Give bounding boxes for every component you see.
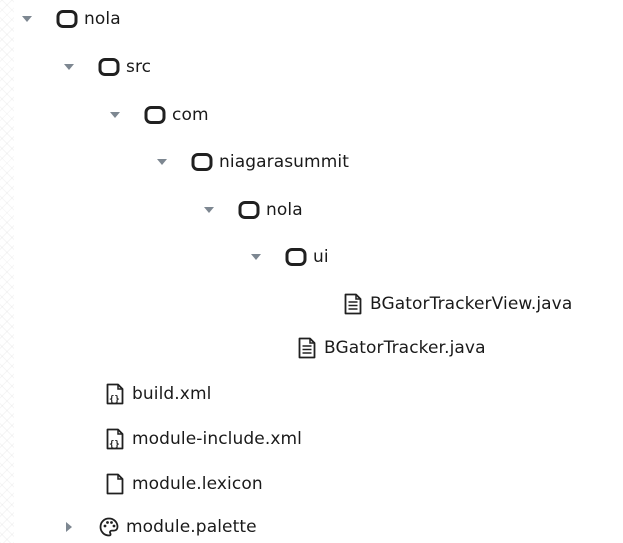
- collapsed-arrow-icon[interactable]: [62, 520, 76, 534]
- tree-node-label: src: [126, 57, 152, 77]
- folder-icon: [191, 151, 213, 173]
- folder-icon: [285, 246, 307, 268]
- tree-node-label: niagarasummit: [219, 152, 349, 172]
- expanded-arrow-icon[interactable]: [249, 250, 263, 264]
- tree-node-label: BGatorTracker.java: [324, 338, 486, 358]
- xml-file-icon: {}: [104, 383, 126, 405]
- tree-node-label: nola: [84, 9, 121, 29]
- tree-node-com[interactable]: com: [108, 100, 209, 130]
- expanded-arrow-icon[interactable]: [202, 203, 216, 217]
- tree-node-module-lexicon[interactable]: module.lexicon: [104, 469, 263, 499]
- tree-node-label: ui: [313, 247, 329, 267]
- tree-node-bgatortrackerview-java[interactable]: BGatorTrackerView.java: [342, 289, 572, 319]
- svg-text:{}: {}: [109, 440, 120, 450]
- tree-node-label: module-include.xml: [132, 429, 302, 449]
- expanded-arrow-icon[interactable]: [20, 12, 34, 26]
- tree-node-module-palette[interactable]: module.palette: [62, 512, 257, 542]
- tree-node-niagarasummit[interactable]: niagarasummit: [155, 147, 349, 177]
- file-tree: nola src com niagarasummit nola ui BGato…: [0, 0, 623, 543]
- text-file-icon: [342, 293, 364, 315]
- expanded-arrow-icon[interactable]: [62, 60, 76, 74]
- tree-node-ui[interactable]: ui: [249, 242, 329, 272]
- expanded-arrow-icon[interactable]: [108, 108, 122, 122]
- tree-node-nola[interactable]: nola: [20, 4, 121, 34]
- tree-node-build-xml[interactable]: {} build.xml: [104, 379, 211, 409]
- tree-node-src[interactable]: src: [62, 52, 151, 82]
- folder-icon: [98, 56, 120, 78]
- blank-file-icon: [104, 473, 126, 495]
- folder-icon: [238, 199, 260, 221]
- palette-icon: [98, 516, 120, 538]
- svg-text:{}: {}: [109, 395, 120, 405]
- tree-node-label: module.lexicon: [132, 474, 263, 494]
- tree-node-label: build.xml: [132, 384, 212, 404]
- expanded-arrow-icon[interactable]: [155, 155, 169, 169]
- tree-node-nola-package[interactable]: nola: [202, 195, 303, 225]
- tree-node-label: nola: [266, 200, 303, 220]
- xml-file-icon: {}: [104, 428, 126, 450]
- folder-icon: [144, 104, 166, 126]
- tree-node-label: module.palette: [126, 517, 257, 537]
- tree-node-label: com: [172, 105, 209, 125]
- folder-icon: [56, 8, 78, 30]
- tree-node-bgatortracker-java[interactable]: BGatorTracker.java: [296, 333, 486, 363]
- text-file-icon: [296, 337, 318, 359]
- tree-node-label: BGatorTrackerView.java: [370, 294, 573, 314]
- tree-node-module-include-xml[interactable]: {} module-include.xml: [104, 424, 302, 454]
